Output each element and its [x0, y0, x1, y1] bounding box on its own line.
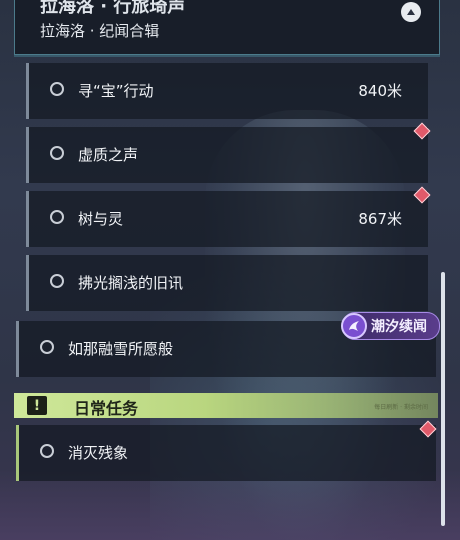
quest-item-2[interactable]: 虚质之声 — [26, 127, 428, 183]
daily-quest-item-1[interactable]: 消灭残象 — [16, 425, 436, 481]
quest-item-label: 如那融雪所愿般 — [68, 340, 174, 358]
quest-distance: 840米 — [358, 82, 402, 100]
quest-group-subtitle: 拉海洛 · 纪闻合辑 — [40, 22, 160, 40]
quest-item-accent-bar — [26, 191, 29, 247]
quest-distance: 867米 — [358, 210, 402, 228]
quest-status-circle-icon — [50, 82, 64, 96]
tide-continuation-badge[interactable]: 潮汐续闻 — [341, 312, 440, 340]
quest-item-accent-bar — [26, 255, 29, 311]
quest-item-accent-bar — [26, 127, 29, 183]
tide-emblem-icon — [341, 313, 367, 339]
quest-item-label: 树与灵 — [78, 210, 124, 228]
quest-group-header[interactable]: 拉海洛 · 行旅琦声 拉海洛 · 纪闻合辑 — [14, 0, 440, 55]
exclamation-icon: ! — [27, 396, 47, 415]
quest-item-label: 寻“宝”行动 — [78, 82, 154, 100]
quest-item-label: 消灭残象 — [68, 444, 129, 462]
quest-status-circle-icon — [50, 274, 64, 288]
quest-item-label: 拂光搁浅的旧讯 — [78, 274, 184, 292]
quest-item-label: 虚质之声 — [78, 146, 139, 164]
quest-item-accent-bar — [16, 425, 19, 481]
quest-item-accent-bar — [16, 321, 19, 377]
quest-item-accent-bar — [26, 63, 29, 119]
quest-item-1[interactable]: 寻“宝”行动 840米 — [26, 63, 428, 119]
daily-refresh-note: 每日刷新 · 剩余时间 — [374, 404, 428, 411]
quest-group-title: 拉海洛 · 行旅琦声 — [40, 0, 186, 17]
quest-status-circle-icon — [50, 210, 64, 224]
chevron-up-icon — [407, 9, 415, 15]
tide-badge-label: 潮汐续闻 — [371, 319, 427, 335]
daily-quests-title: 日常任务 — [74, 399, 139, 418]
quest-item-4[interactable]: 拂光搁浅的旧讯 — [26, 255, 428, 311]
collapse-button[interactable] — [401, 2, 421, 22]
quest-status-circle-icon — [40, 340, 54, 354]
swirl-icon — [349, 321, 359, 331]
scrollbar-thumb[interactable] — [441, 272, 445, 526]
quest-item-3[interactable]: 树与灵 867米 — [26, 191, 428, 247]
quest-status-circle-icon — [40, 444, 54, 458]
daily-quests-header[interactable]: ! 日常任务 每日刷新 · 剩余时间 — [14, 393, 438, 418]
quest-status-circle-icon — [50, 146, 64, 160]
